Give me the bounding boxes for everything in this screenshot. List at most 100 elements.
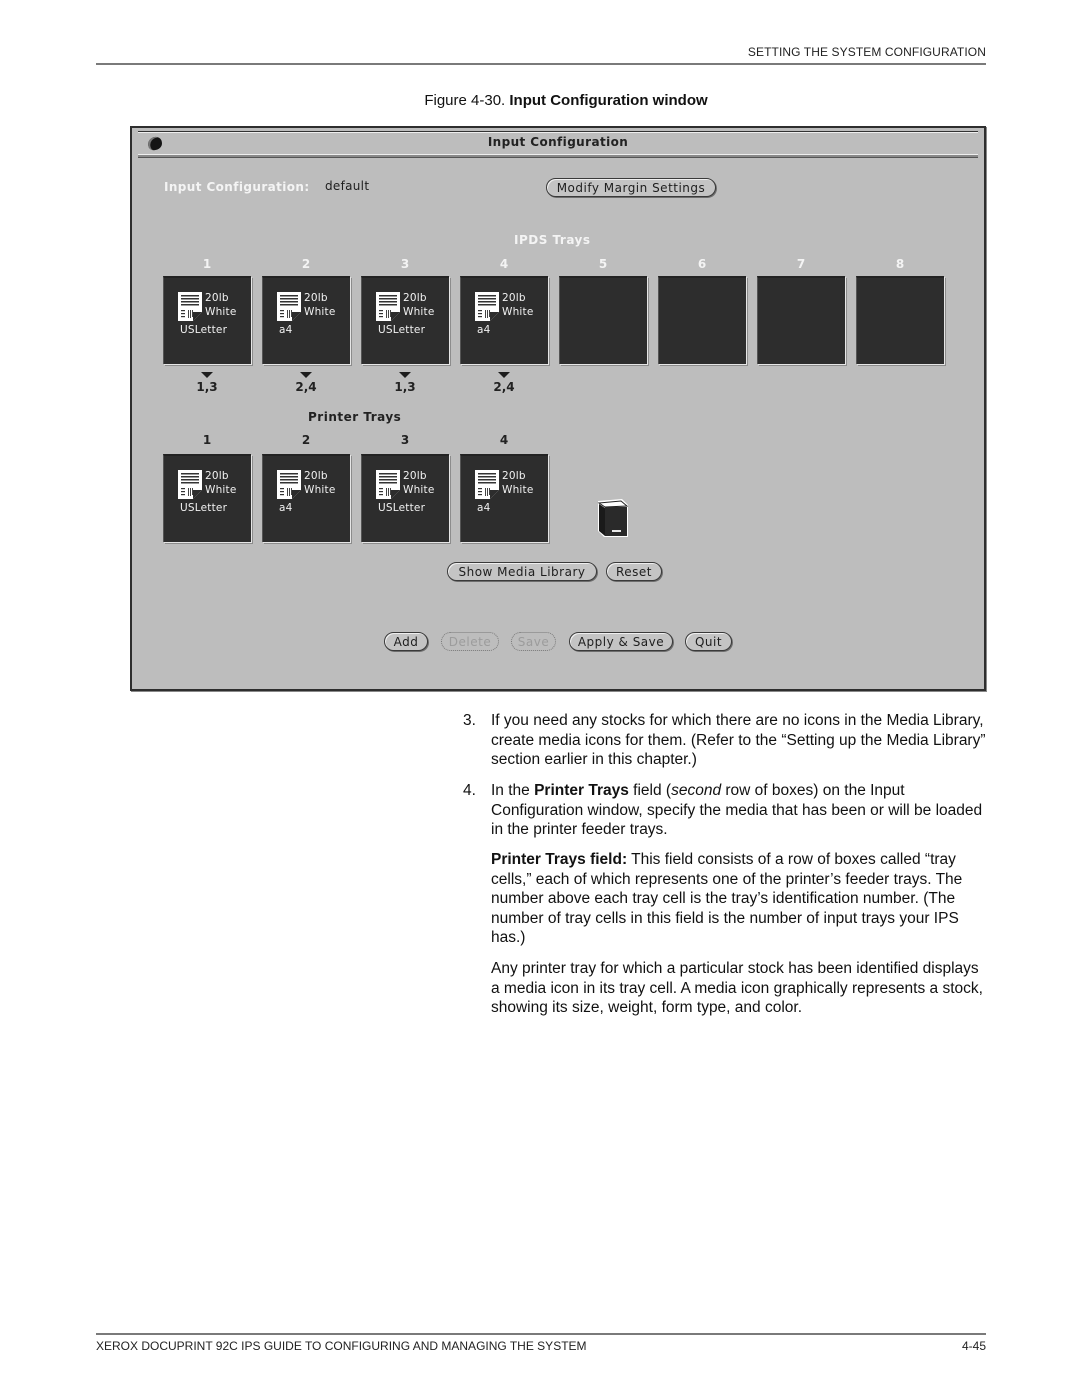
printer-tray-cell-1[interactable]: 20lb White USLetter [163,454,251,542]
media-weight: 20lb [205,292,229,304]
media-icon[interactable]: 20lb White a4 [475,470,545,520]
media-size: USLetter [378,324,426,336]
ipds-tray-number: 6 [697,257,707,271]
step-number: 4. [463,782,476,799]
trash-bin-icon[interactable] [594,495,634,539]
media-size: a4 [477,324,491,336]
media-icon[interactable]: 20lb White USLetter [376,292,446,342]
page-number: 4-45 [961,1339,986,1353]
figure-caption: Figure 4-30. Input Configuration window [0,92,1080,109]
media-weight: 20lb [403,470,427,482]
printer-trays-title: Printer Trays [308,410,402,424]
media-color: White [205,306,237,318]
term-label: Printer Trays field: [491,851,628,868]
media-size: a4 [279,324,293,336]
input-configuration-window: Input Configuration Input Configuration:… [130,126,986,691]
media-icon[interactable]: 20lb White a4 [277,292,347,342]
reset-button[interactable]: Reset [606,562,662,581]
ipds-tray-cell-3[interactable]: 20lb White USLetter [361,276,449,364]
config-value: default [325,179,370,193]
ipds-tray-cell-5[interactable] [559,276,647,364]
media-stock-icon [178,470,202,499]
ipds-tray-cell-4[interactable]: 20lb White a4 [460,276,548,364]
footer-rule [96,1333,986,1335]
printer-tray-cell-4[interactable]: 20lb White a4 [460,454,548,542]
printer-tray-number: 2 [301,433,311,447]
header-rule [96,63,986,65]
media-icon[interactable]: 20lb White USLetter [178,292,248,342]
media-icon-paragraph: Any printer tray for which a particular … [491,960,983,1017]
printer-tray-number: 3 [400,433,410,447]
delete-button[interactable]: Delete [441,632,499,651]
ipds-tray-number: 4 [499,257,509,271]
add-button[interactable]: Add [384,632,428,651]
step-text: If you need any stocks for which there a… [491,712,986,769]
ipds-tray-cell-8[interactable] [856,276,944,364]
ipds-tray-cell-2[interactable]: 20lb White a4 [262,276,350,364]
window-title: Input Configuration [487,135,629,149]
media-stock-icon [178,292,202,321]
media-stock-icon [475,292,499,321]
media-size: USLetter [180,502,228,514]
media-weight: 20lb [304,292,328,304]
ipds-tray-number: 7 [796,257,806,271]
media-weight: 20lb [502,470,526,482]
printer-tray-cell-2[interactable]: 20lb White a4 [262,454,350,542]
text-run: In the [491,782,535,799]
media-color: White [403,306,435,318]
media-stock-icon [277,292,301,321]
mapping-dropdown-arrow-icon[interactable] [300,372,312,378]
apply-save-button[interactable]: Apply & Save [569,632,673,651]
mapping-dropdown-arrow-icon[interactable] [201,372,213,378]
title-bar[interactable]: Input Configuration [136,130,980,158]
ipds-trays-title: IPDS Trays [514,233,591,247]
media-weight: 20lb [502,292,526,304]
media-icon[interactable]: 20lb White a4 [475,292,545,342]
ipds-tray-number: 5 [598,257,608,271]
title-bar-bottom-line [138,154,978,158]
footer-title: XEROX DOCUPRINT 92C IPS GUIDE TO CONFIGU… [96,1339,587,1353]
ipds-tray-number: 2 [301,257,311,271]
modify-margin-settings-button[interactable]: Modify Margin Settings [546,178,716,197]
media-color: White [304,306,336,318]
media-color: White [403,484,435,496]
media-weight: 20lb [304,470,328,482]
media-size: a4 [477,502,491,514]
mapping-dropdown-arrow-icon[interactable] [399,372,411,378]
ipds-tray-number: 3 [400,257,410,271]
media-size: USLetter [378,502,426,514]
media-size: USLetter [180,324,228,336]
media-color: White [502,484,534,496]
show-media-library-button[interactable]: Show Media Library [447,562,597,581]
printer-trays-field-paragraph: Printer Trays field: This field consists… [491,850,991,948]
media-color: White [304,484,336,496]
text-run: field ( [628,782,672,799]
media-color: White [502,306,534,318]
term-printer-trays: Printer Trays [534,782,629,799]
media-stock-icon [376,470,400,499]
ipds-tray-cell-7[interactable] [757,276,845,364]
figure-number: Figure 4-30. [424,92,506,109]
media-stock-icon [475,470,499,499]
emphasis: second [671,782,722,799]
title-bar-top-line [138,131,978,133]
tray-mapping: 2,4 [295,380,317,394]
quit-button[interactable]: Quit [685,632,732,651]
media-weight: 20lb [403,292,427,304]
media-icon[interactable]: 20lb White a4 [277,470,347,520]
ipds-tray-cell-1[interactable]: 20lb White USLetter [163,276,251,364]
ipds-tray-number: 8 [895,257,905,271]
media-icon[interactable]: 20lb White USLetter [178,470,248,520]
media-icon[interactable]: 20lb White USLetter [376,470,446,520]
save-button[interactable]: Save [511,632,556,651]
media-size: a4 [279,502,293,514]
media-stock-icon [277,470,301,499]
printer-tray-number: 1 [202,433,212,447]
mapping-dropdown-arrow-icon[interactable] [498,372,510,378]
tray-mapping: 2,4 [493,380,515,394]
media-weight: 20lb [205,470,229,482]
printer-tray-number: 4 [499,433,509,447]
printer-tray-cell-3[interactable]: 20lb White USLetter [361,454,449,542]
ipds-tray-cell-6[interactable] [658,276,746,364]
media-color: White [205,484,237,496]
